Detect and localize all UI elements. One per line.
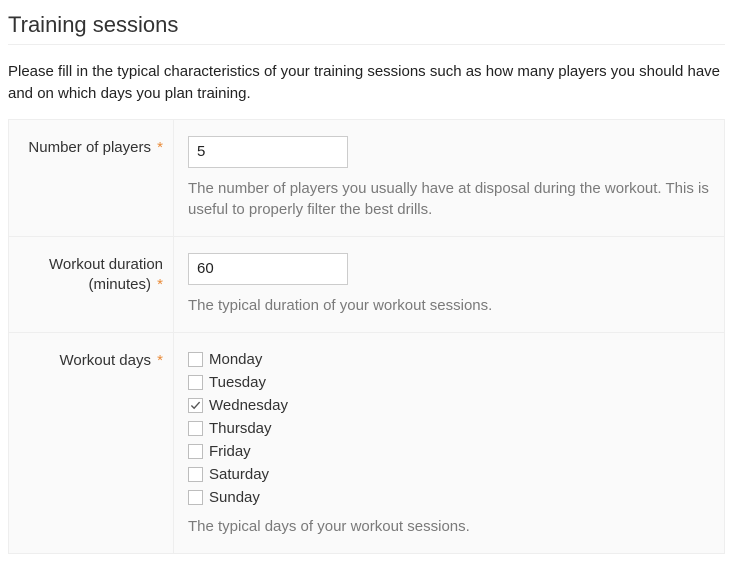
field-col-days: Monday Tuesday Wednesday Thursday Friday Satu… [174, 333, 724, 553]
checkbox-friday[interactable] [188, 444, 203, 459]
day-option-monday[interactable]: Monday [188, 351, 710, 368]
label-text-duration: Workout duration (minutes) [49, 256, 163, 293]
workout-duration-input[interactable] [188, 253, 348, 285]
section-title: Training sessions [8, 12, 725, 45]
day-option-tuesday[interactable]: Tuesday [188, 374, 710, 391]
checkbox-monday[interactable] [188, 352, 203, 367]
label-workout-days: Workout days * [9, 333, 174, 553]
help-number-of-players: The number of players you usually have a… [188, 178, 710, 220]
section-intro: Please fill in the typical characteristi… [8, 61, 725, 105]
day-option-friday[interactable]: Friday [188, 443, 710, 460]
help-workout-duration: The typical duration of your workout ses… [188, 295, 710, 316]
day-option-wednesday[interactable]: Wednesday [188, 397, 710, 414]
row-workout-days: Workout days * Monday Tuesday Wednesday Thu… [9, 333, 724, 553]
day-label-tuesday: Tuesday [209, 374, 266, 391]
help-workout-days: The typical days of your workout session… [188, 516, 710, 537]
label-text-players: Number of players [28, 139, 151, 156]
workout-days-options: Monday Tuesday Wednesday Thursday Friday Satu… [188, 351, 710, 506]
day-label-wednesday: Wednesday [209, 397, 288, 414]
day-label-saturday: Saturday [209, 466, 269, 483]
checkbox-saturday[interactable] [188, 467, 203, 482]
row-workout-duration: Workout duration (minutes) * The typical… [9, 237, 724, 333]
checkbox-thursday[interactable] [188, 421, 203, 436]
field-col-players: The number of players you usually have a… [174, 120, 724, 236]
label-workout-duration: Workout duration (minutes) * [9, 237, 174, 332]
required-mark: * [157, 276, 163, 293]
field-col-duration: The typical duration of your workout ses… [174, 237, 724, 332]
label-text-days: Workout days [60, 352, 151, 369]
number-of-players-input[interactable] [188, 136, 348, 168]
required-mark: * [157, 352, 163, 369]
form-table: Number of players * The number of player… [8, 119, 725, 554]
day-label-thursday: Thursday [209, 420, 272, 437]
day-label-monday: Monday [209, 351, 262, 368]
label-number-of-players: Number of players * [9, 120, 174, 236]
day-option-sunday[interactable]: Sunday [188, 489, 710, 506]
training-sessions-form: Training sessions Please fill in the typ… [0, 0, 733, 574]
checkbox-sunday[interactable] [188, 490, 203, 505]
checkbox-tuesday[interactable] [188, 375, 203, 390]
checkbox-wednesday[interactable] [188, 398, 203, 413]
required-mark: * [157, 139, 163, 156]
day-label-friday: Friday [209, 443, 251, 460]
day-option-saturday[interactable]: Saturday [188, 466, 710, 483]
day-label-sunday: Sunday [209, 489, 260, 506]
day-option-thursday[interactable]: Thursday [188, 420, 710, 437]
row-number-of-players: Number of players * The number of player… [9, 120, 724, 237]
